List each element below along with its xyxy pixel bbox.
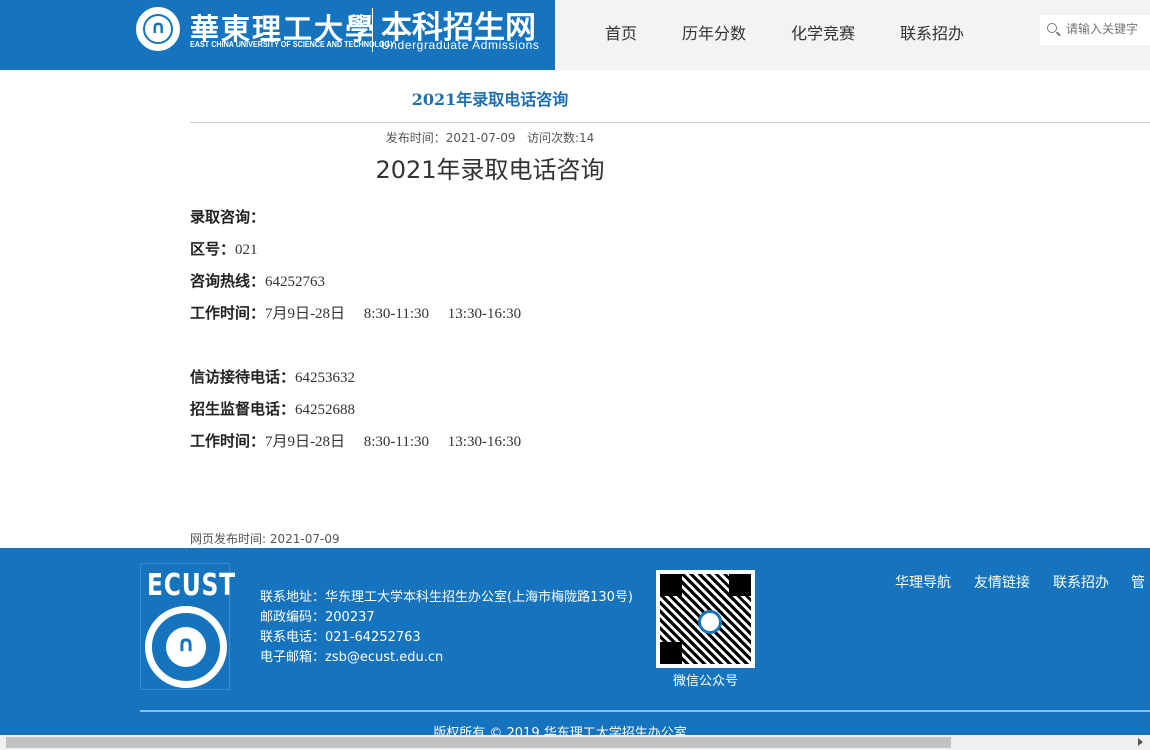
footer-link-contact[interactable]: 联系招办 [1053,572,1109,592]
hotline-value: 64252763 [265,274,326,290]
site-footer: ECUST 联系地址：华东理工大学本科生招生办公室(上海市梅陇路130号) 邮政… [0,548,1150,750]
hours-value-1: 7月9日-28日 8:30-11:30 13:30-16:30 [265,306,522,322]
area-code-value: 021 [235,242,258,258]
search-icon[interactable] [1047,23,1057,33]
contact-phone: 联系电话：021-64252763 [260,630,421,645]
contact-info: 联系地址：华东理工大学本科生招生办公室(上海市梅陇路130号) 邮政编码：200… [260,588,633,668]
footer-seal-icon [145,606,227,688]
footer-logo: ECUST [140,563,235,690]
reception-value: 64253632 [295,370,356,386]
search-box[interactable] [1040,15,1150,45]
area-code-label: 区号： [190,240,236,258]
brand-divider [372,8,373,52]
consult-heading: 录取咨询： [190,208,266,226]
university-name-en: EAST CHINA UNIVERSITY OF SCIENCE AND TEC… [190,40,395,49]
search-input[interactable] [1066,22,1150,36]
footer-divider [140,710,1150,712]
section-title: 2021年录取电话咨询 [411,90,569,109]
publish-date: 2021-07-09 [445,131,516,145]
wechat-qr-code [656,570,755,668]
visits-label: 访问次数: [526,131,579,145]
footer-logo-text: ECUST [147,568,236,603]
horizontal-scrollbar[interactable] [0,735,1150,750]
hours-label-2: 工作时间： [190,432,266,450]
footer-link-campus-nav[interactable]: 华理导航 [895,572,951,592]
page-publish-date: 网页发布时间: 2021-07-09 [190,532,340,546]
footer-link-admin[interactable]: 管 [1131,572,1145,592]
area-code-line: 区号：021 [190,237,521,269]
supervision-label: 招生监督电话： [190,400,296,418]
site-header: 華東理工大學 EAST CHINA UNIVERSITY OF SCIENCE … [0,0,1150,70]
publish-label: 发布时间： [385,131,446,145]
reception-label: 信访接待电话： [190,368,296,386]
hours-label-1: 工作时间： [190,304,266,322]
nav-contact-office[interactable]: 联系招办 [900,20,964,44]
consult-heading-line: 录取咨询： [190,205,521,237]
site-name-en: Undergraduate Admissions [381,38,540,52]
hotline-line: 咨询热线：64252763 [190,269,521,301]
article-meta: 发布时间：2021-07-09 访问次数:14 [190,129,1150,146]
supervision-value: 64252688 [295,402,356,418]
title-divider [190,122,1150,123]
contact-email[interactable]: 电子邮箱：zsb@ecust.edu.cn [260,648,633,668]
reception-line: 信访接待电话：64253632 [190,365,521,397]
hours-line-2: 工作时间：7月9日-28日 8:30-11:30 13:30-16:30 [190,429,521,461]
hours-line-1: 工作时间：7月9日-28日 8:30-11:30 13:30-16:30 [190,301,521,333]
qr-label: 微信公众号 [672,674,738,689]
scrollbar-thumb[interactable] [6,737,951,748]
contact-address: 联系地址：华东理工大学本科生招生办公室(上海市梅陇路130号) [260,590,633,605]
nav-past-scores[interactable]: 历年分数 [682,20,746,44]
university-logo [136,7,180,51]
hotline-label: 咨询热线： [190,272,266,290]
article-body: 录取咨询： 区号：021 咨询热线：64252763 工作时间：7月9日-28日… [190,205,521,461]
hours-value-2: 7月9日-28日 8:30-11:30 13:30-16:30 [265,434,522,450]
footer-link-friend-links[interactable]: 友情链接 [974,572,1030,592]
visit-count: 14 [578,131,595,145]
article-title: 2021年录取电话咨询 [375,156,605,184]
contact-postcode: 邮政编码：200237 [260,610,375,625]
nav-chem-competition[interactable]: 化学竞赛 [791,20,855,44]
nav-home[interactable]: 首页 [605,20,637,44]
scroll-right-arrow-icon[interactable] [1138,738,1143,746]
brand-banner[interactable]: 華東理工大學 EAST CHINA UNIVERSITY OF SCIENCE … [0,0,555,70]
supervision-line: 招生监督电话：64252688 [190,397,521,429]
